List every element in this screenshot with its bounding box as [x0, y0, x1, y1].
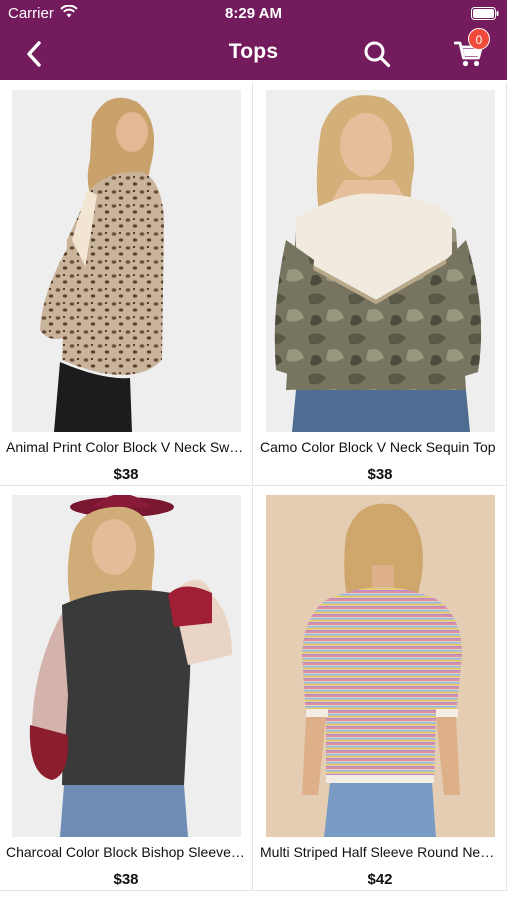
product-price: $38 [113, 871, 139, 888]
product-title[interactable]: Charcoal Color Block Bishop Sleeve Top [6, 844, 246, 860]
product-card[interactable]: Camo Color Block V Neck Sequin Top $38 [254, 82, 507, 486]
nav-bar: Tops 0 [0, 28, 507, 80]
page-title: Tops [228, 40, 279, 63]
chevron-left-icon [27, 41, 41, 67]
product-price: $38 [113, 466, 139, 483]
cart-count-badge: 0 [468, 28, 490, 50]
status-bar: Carrier 8:29 AM [0, 0, 507, 28]
product-image[interactable] [12, 90, 241, 432]
product-price: $42 [367, 871, 393, 888]
product-image[interactable] [266, 495, 495, 837]
search-icon [364, 41, 391, 68]
product-card[interactable]: Charcoal Color Block Bishop Sleeve Top $… [0, 487, 253, 891]
back-button[interactable] [18, 38, 50, 70]
app-header: Carrier 8:29 AM Tops 0 [0, 0, 507, 80]
product-title[interactable]: Animal Print Color Block V Neck Sweater [6, 439, 246, 455]
status-time: 8:29 AM [225, 5, 282, 22]
search-button[interactable] [360, 37, 394, 71]
product-grid: Animal Print Color Block V Neck Sweater … [0, 82, 507, 900]
product-image[interactable] [12, 495, 241, 837]
product-card[interactable]: Animal Print Color Block V Neck Sweater … [0, 82, 253, 486]
battery-icon [471, 7, 499, 24]
product-image[interactable] [266, 90, 495, 432]
product-title[interactable]: Camo Color Block V Neck Sequin Top [260, 439, 500, 455]
product-title[interactable]: Multi Striped Half Sleeve Round Neck Top [260, 844, 500, 860]
product-price: $38 [367, 466, 393, 483]
product-card[interactable]: Multi Striped Half Sleeve Round Neck Top… [254, 487, 507, 891]
